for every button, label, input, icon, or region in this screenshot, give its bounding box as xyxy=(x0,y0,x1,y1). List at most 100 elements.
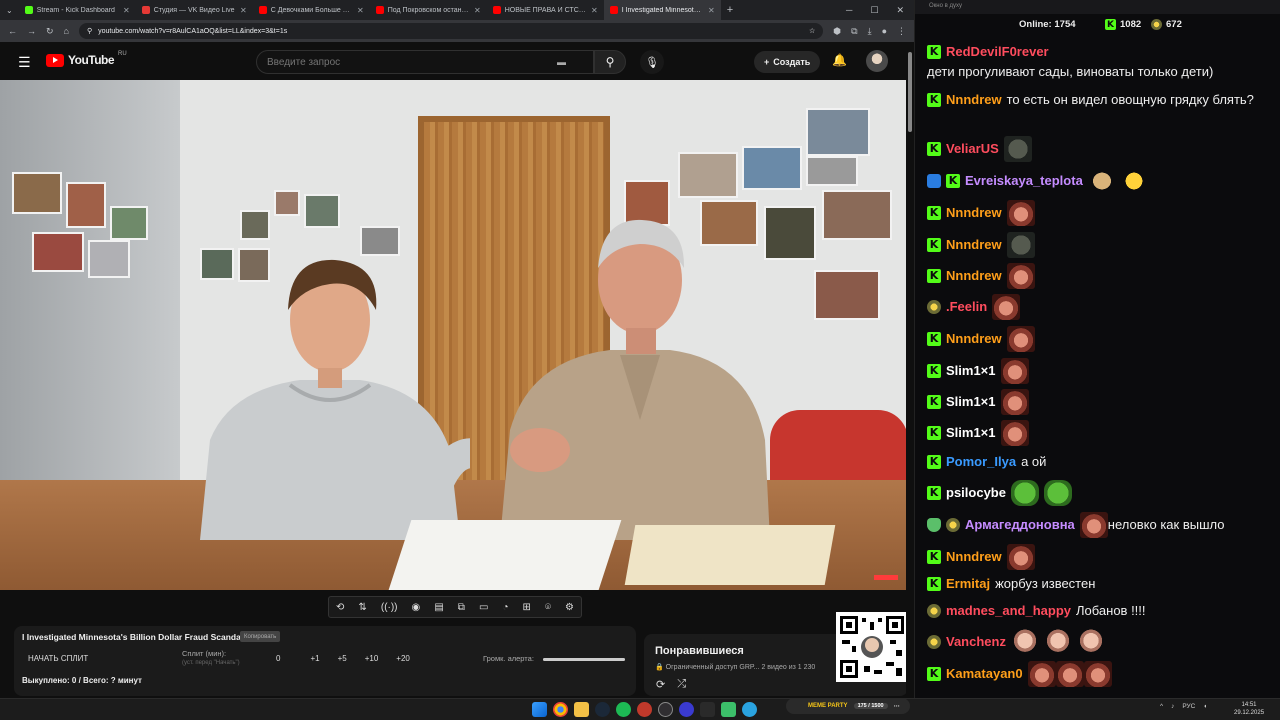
telegram-icon[interactable] xyxy=(742,702,757,717)
tray-app-icon[interactable]: ♪ xyxy=(1171,703,1174,710)
explorer-folder-icon[interactable] xyxy=(574,702,589,717)
download-icon[interactable]: ⤓ xyxy=(868,26,872,37)
chat-username[interactable]: Slim1×1 xyxy=(946,423,996,443)
menu-dots-icon[interactable]: ⋮ xyxy=(897,26,906,37)
chat-username[interactable]: VeliarUS xyxy=(946,139,999,159)
picture-in-picture-icon[interactable]: ⧉ xyxy=(458,602,465,613)
app-icon[interactable] xyxy=(700,702,715,717)
search-input[interactable] xyxy=(267,56,557,68)
app-icon[interactable] xyxy=(721,702,736,717)
chat-username[interactable]: Ermitaj xyxy=(946,574,990,594)
browser-tab[interactable]: Под Покровском остановлено✕ xyxy=(370,0,487,20)
tray-chevron-icon[interactable]: ^ xyxy=(1160,703,1163,710)
voice-search-button[interactable]: 🎙 xyxy=(640,50,664,74)
scrollbar-thumb[interactable] xyxy=(908,52,912,132)
eye-icon[interactable]: ◉ xyxy=(412,602,421,613)
app-icon[interactable] xyxy=(679,702,694,717)
page-scrollbar[interactable] xyxy=(906,42,914,698)
chat-username[interactable]: Pomor_Ilya xyxy=(946,452,1016,472)
split-plus-5-button[interactable]: +5 xyxy=(338,654,347,663)
split-plus-1-button[interactable]: +1 xyxy=(310,654,319,663)
screenshot-camera-icon[interactable]: ⌾ xyxy=(545,602,551,613)
subtitles-icon[interactable]: ▭ xyxy=(479,602,488,613)
chat-username[interactable]: Evreiskaya_teplota xyxy=(965,171,1083,191)
profile-icon[interactable]: ● xyxy=(882,26,887,36)
split-value-0[interactable]: 0 xyxy=(276,654,280,663)
tab-search-icon[interactable]: ⌄ xyxy=(0,6,19,15)
home-icon[interactable]: ⌂ xyxy=(64,26,69,36)
chat-username[interactable]: Vanchenz xyxy=(946,632,1006,652)
browser-tab[interactable]: НОВЫЕ ПРАВА И СТС 2026: же✕ xyxy=(487,0,604,20)
language-indicator[interactable]: РУС xyxy=(1182,703,1195,710)
search-button[interactable]: ⚲ xyxy=(594,50,626,74)
forward-icon[interactable]: → xyxy=(27,26,36,36)
chat-username[interactable]: Nnndrew xyxy=(946,90,1002,110)
taskbar-clock[interactable]: 14:51 29.12.2025 xyxy=(1234,701,1264,717)
loop-icon[interactable]: ⟲ xyxy=(336,602,344,613)
youtube-logo[interactable]: YouTube RU xyxy=(46,51,127,67)
split-plus-20-button[interactable]: +20 xyxy=(396,654,410,663)
close-tab-icon[interactable]: ✕ xyxy=(357,6,364,15)
chat-username[interactable]: RedDevilF0rever xyxy=(946,42,1049,62)
menu-hamburger-icon[interactable]: ☰ xyxy=(18,54,31,71)
avatar[interactable] xyxy=(866,50,888,72)
obs-icon[interactable] xyxy=(658,702,673,717)
copy-button[interactable]: Копировать xyxy=(240,631,281,642)
chat-username[interactable]: Nnndrew xyxy=(946,266,1002,286)
maximize-icon[interactable]: ☐ xyxy=(870,5,878,16)
settings-gear-icon[interactable]: ⚙ xyxy=(565,602,574,613)
browser-tab[interactable]: С Девочками Больше Не Хочу✕ xyxy=(253,0,370,20)
chat-username[interactable]: Slim1×1 xyxy=(946,361,996,381)
reload-icon[interactable]: ↻ xyxy=(46,26,54,37)
chat-username[interactable]: Армагеддоновна xyxy=(965,515,1075,535)
close-tab-icon[interactable]: ✕ xyxy=(591,6,598,15)
minimize-icon[interactable]: ─ xyxy=(846,5,852,16)
chat-username[interactable]: Nnndrew xyxy=(946,547,1002,567)
new-tab-button[interactable]: + xyxy=(727,4,733,16)
close-tab-icon[interactable]: ✕ xyxy=(240,6,247,15)
film-icon[interactable]: ▤ xyxy=(434,602,443,613)
keyboard-icon[interactable]: ▬ xyxy=(557,57,566,67)
close-tab-icon[interactable]: ✕ xyxy=(474,6,481,15)
sort-icon[interactable]: ⇅ xyxy=(358,602,366,613)
browser-tab[interactable]: Студия — VK Видео Live ✕ xyxy=(136,0,253,20)
alert-volume-slider[interactable] xyxy=(543,658,625,661)
app-icon[interactable] xyxy=(637,702,652,717)
split-plus-10-button[interactable]: +10 xyxy=(365,654,379,663)
shuffle-icon[interactable]: ⤮ xyxy=(677,678,686,691)
chat-username[interactable]: Slim1×1 xyxy=(946,392,996,412)
spotify-icon[interactable] xyxy=(616,702,631,717)
chat-username[interactable]: psilocybe xyxy=(946,483,1006,503)
chat-username[interactable]: .Feelin xyxy=(946,297,987,317)
close-tab-icon[interactable]: ✕ xyxy=(123,6,130,15)
extension-icon[interactable]: ⬢ xyxy=(833,26,841,37)
create-button[interactable]: + Создать xyxy=(754,51,821,73)
broadcast-icon[interactable]: ((·)) xyxy=(381,602,398,613)
notifications-bell-icon[interactable]: 🔔 xyxy=(832,53,847,67)
steam-icon[interactable] xyxy=(595,702,610,717)
close-window-icon[interactable]: ✕ xyxy=(896,5,904,16)
chrome-icon[interactable] xyxy=(553,702,568,717)
browser-tab[interactable]: Stream - Kick Dashboard ✕ xyxy=(19,0,136,20)
chat-username[interactable]: Nnndrew xyxy=(946,235,1002,255)
chat-username[interactable]: Kamatayan0 xyxy=(946,664,1023,684)
back-icon[interactable]: ← xyxy=(8,26,17,36)
meme-party-widget[interactable]: MEME PARTY 175 / 1500 ⋯ xyxy=(786,698,910,714)
extensions-puzzle-icon[interactable]: ⧉ xyxy=(851,26,857,37)
close-tab-icon[interactable]: ✕ xyxy=(708,6,715,15)
repeat-icon[interactable]: ⟳ xyxy=(656,678,665,691)
add-frame-icon[interactable]: ⊞ xyxy=(523,602,531,613)
chat-username[interactable]: madnes_and_happy xyxy=(946,601,1071,621)
start-windows-icon[interactable] xyxy=(532,702,547,717)
chat-username[interactable]: Nnndrew xyxy=(946,203,1002,223)
bookmark-star-icon[interactable]: ☆ xyxy=(809,27,815,35)
browser-tab-active[interactable]: I Investigated Minnesota's Billion✕ xyxy=(603,0,721,20)
playlist-title[interactable]: Понравившиеся xyxy=(655,645,744,657)
meme-party-menu-icon[interactable]: ⋯ xyxy=(894,703,900,710)
speaker-icon[interactable]: ◖ xyxy=(1203,703,1207,710)
speed-icon[interactable]: ◔ xyxy=(502,602,508,613)
site-info-icon[interactable]: ⚲ xyxy=(87,27,92,35)
video-player[interactable] xyxy=(0,80,908,590)
start-split-button[interactable]: НАЧАТЬ СПЛИТ xyxy=(28,654,88,663)
chat-username[interactable]: Nnndrew xyxy=(946,329,1002,349)
